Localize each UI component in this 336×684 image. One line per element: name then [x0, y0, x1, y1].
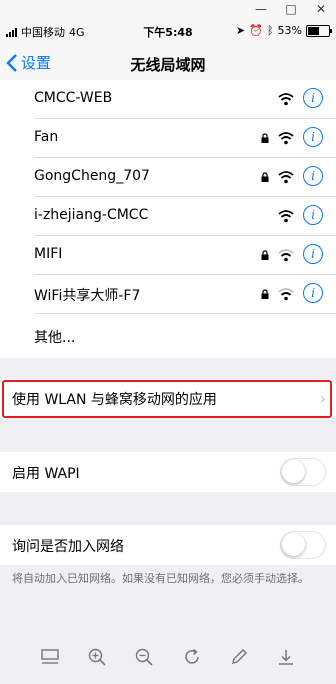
- wapi-row: 启用 WAPI: [0, 452, 336, 492]
- network-row[interactable]: WiFi共享大师-F7 i: [0, 275, 336, 314]
- rotate-icon[interactable]: [181, 646, 203, 668]
- network-row[interactable]: Fan i: [0, 119, 336, 158]
- other-network-row[interactable]: 其他...: [0, 314, 336, 358]
- viewer-toolbar: [0, 630, 336, 684]
- info-button[interactable]: i: [303, 166, 323, 186]
- wifi-icon: [278, 249, 294, 262]
- layout-icon[interactable]: [39, 646, 61, 668]
- wapi-label: 启用 WAPI: [12, 466, 80, 482]
- apps-row-label: 使用 WLAN 与蜂窝移动网的应用: [12, 392, 217, 408]
- bluetooth-icon: ᛒ: [266, 24, 274, 37]
- wifi-icon: [278, 93, 294, 106]
- info-button[interactable]: i: [303, 283, 323, 303]
- lock-icon: [261, 250, 269, 260]
- network-row[interactable]: GongCheng_707 i: [0, 158, 336, 197]
- network-row[interactable]: MIFI i: [0, 236, 336, 275]
- network-name: CMCC-WEB: [34, 90, 113, 106]
- wifi-icon: [278, 288, 294, 301]
- lock-icon: [261, 289, 269, 299]
- location-icon: ➤: [236, 24, 246, 37]
- edit-icon[interactable]: [228, 646, 250, 668]
- wifi-icon: [278, 132, 294, 145]
- navigation-bar: 设置 无线局域网: [0, 46, 336, 81]
- lock-icon: [261, 133, 269, 143]
- minimize-button[interactable]: —: [246, 0, 276, 18]
- wapi-toggle[interactable]: [280, 458, 326, 486]
- network-name: i-zhejiang-CMCC: [34, 207, 149, 223]
- status-bar: 中国移动 4G 下午5:48 ➤ ⏰ ᛒ 53%: [0, 18, 336, 46]
- page-title: 无线局域网: [130, 56, 206, 74]
- chevron-right-icon: ›: [319, 389, 326, 408]
- wifi-icon: [278, 171, 294, 184]
- battery-percent: 53%: [277, 24, 302, 37]
- zoom-out-icon[interactable]: [133, 646, 155, 668]
- wlan-cellular-apps-row[interactable]: 使用 WLAN 与蜂窝移动网的应用 ›: [0, 379, 336, 418]
- download-icon[interactable]: [275, 646, 297, 668]
- network-row[interactable]: CMCC-WEB i: [0, 80, 336, 119]
- info-button[interactable]: i: [303, 205, 323, 225]
- info-button[interactable]: i: [303, 88, 323, 108]
- info-button[interactable]: i: [303, 127, 323, 147]
- network-name: Fan: [34, 129, 59, 145]
- ask-join-toggle[interactable]: [280, 531, 326, 559]
- alarm-icon: ⏰: [249, 24, 263, 37]
- network-name: GongCheng_707: [34, 168, 150, 184]
- wifi-icon: [278, 210, 294, 223]
- ask-join-row: 询问是否加入网络: [0, 525, 336, 565]
- ask-join-footnote: 将自动加入已知网络。如果没有已知网络，您必须手动选择。: [12, 572, 309, 585]
- zoom-in-icon[interactable]: [86, 646, 108, 668]
- network-name: MIFI: [34, 246, 63, 262]
- network-row[interactable]: i-zhejiang-CMCC i: [0, 197, 336, 236]
- network-list: CMCC-WEB i Fan i GongCheng_707 i i-zheji…: [0, 80, 336, 358]
- close-button[interactable]: ✕: [306, 0, 336, 18]
- network-name: WiFi共享大师-F7: [34, 288, 141, 304]
- window-chrome: — □ ✕: [0, 0, 336, 18]
- ask-join-label: 询问是否加入网络: [12, 539, 124, 555]
- other-label: 其他...: [34, 330, 76, 346]
- lock-icon: [261, 172, 269, 182]
- maximize-button[interactable]: □: [276, 0, 306, 18]
- info-button[interactable]: i: [303, 244, 323, 264]
- battery-icon: [306, 24, 332, 37]
